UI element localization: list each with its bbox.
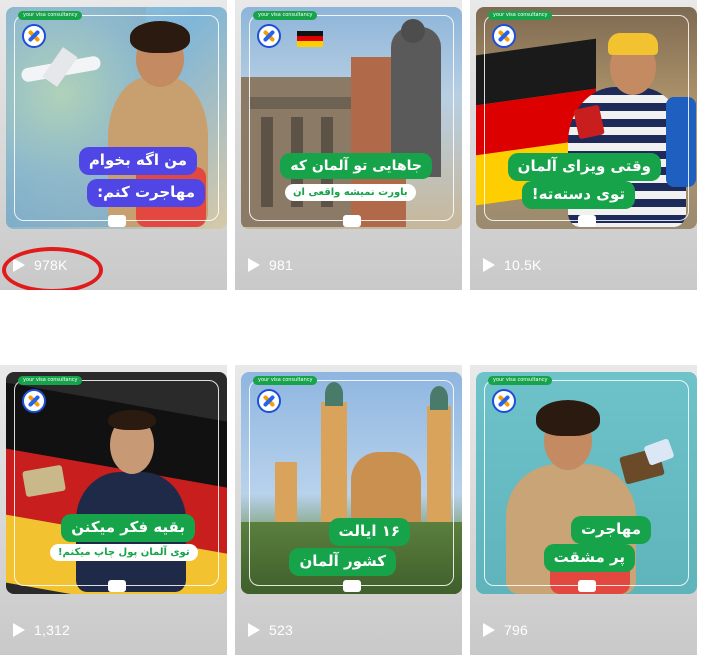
- brand-badge: your visa consultancy: [253, 11, 318, 20]
- brand-logo-icon: [257, 389, 281, 413]
- post-subtitle: باورت نمیشه واقعی ان: [285, 184, 416, 201]
- reel-card-1[interactable]: your visa consultancy من اگه بخوام مهاجر…: [0, 0, 227, 290]
- mini-logo-icon: [342, 580, 361, 592]
- mini-logo-icon: [342, 215, 361, 227]
- view-count: 10.5K: [482, 257, 542, 273]
- view-count-value: 978K: [34, 257, 68, 273]
- reel-thumbnail-6[interactable]: your visa consultancy مهاجرت پر مشقت: [476, 372, 697, 594]
- post-headline: جاهایی تو آلمان که: [280, 153, 432, 180]
- post-headline: وقتی ویزای آلمان: [507, 153, 661, 181]
- brand-logo-icon: [257, 24, 281, 48]
- play-icon: [13, 258, 25, 272]
- brand-badge: your visa consultancy: [253, 376, 318, 385]
- brand-logo-icon: [492, 389, 516, 413]
- post-headline: من اگه بخوام: [78, 147, 197, 175]
- brand-badge: your visa consultancy: [488, 11, 553, 20]
- post-headline-2: توی دسته‌ته!: [521, 181, 635, 209]
- brand-badge: your visa consultancy: [488, 376, 553, 385]
- reel-thumbnail-4[interactable]: your visa consultancy بقیه فکر میکنن توی…: [6, 372, 227, 594]
- mini-logo-icon: [577, 580, 596, 592]
- reel-thumbnail-1[interactable]: your visa consultancy من اگه بخوام مهاجر…: [6, 7, 227, 229]
- view-count: 981: [247, 257, 293, 273]
- view-count: 1,312: [12, 622, 70, 638]
- post-headline: ۱۶ ایالت: [328, 518, 410, 546]
- view-count: 523: [247, 622, 293, 638]
- post-subtitle: توی آلمان پول چاپ میکنم!: [50, 544, 198, 561]
- reel-thumbnail-3[interactable]: your visa consultancy وقتی ویزای آلمان ت…: [476, 7, 697, 229]
- view-count: 978K: [12, 257, 68, 273]
- mini-logo-icon: [107, 215, 126, 227]
- view-count-value: 981: [269, 257, 293, 273]
- reel-card-3[interactable]: your visa consultancy وقتی ویزای آلمان ت…: [470, 0, 697, 290]
- brand-badge: your visa consultancy: [18, 376, 83, 385]
- post-headline: مهاجرت: [570, 516, 651, 544]
- mini-logo-icon: [577, 215, 596, 227]
- view-count-value: 1,312: [34, 622, 71, 638]
- play-icon: [248, 623, 260, 637]
- brand-logo-icon: [492, 24, 516, 48]
- reel-card-4[interactable]: your visa consultancy بقیه فکر میکنن توی…: [0, 365, 227, 655]
- reel-card-2[interactable]: your visa consultancy جاهایی تو آلمان که…: [235, 0, 462, 290]
- play-icon: [483, 623, 495, 637]
- brand-logo-icon: [22, 24, 46, 48]
- post-headline-2: مهاجرت کنم:: [87, 179, 205, 207]
- post-headline: بقیه فکر میکنن: [61, 514, 195, 542]
- view-count: 796: [482, 622, 528, 638]
- reel-card-6[interactable]: your visa consultancy مهاجرت پر مشقت 796: [470, 365, 697, 655]
- reel-thumbnail-5[interactable]: your visa consultancy ۱۶ ایالت کشور آلما…: [241, 372, 462, 594]
- reel-card-5[interactable]: your visa consultancy ۱۶ ایالت کشور آلما…: [235, 365, 462, 655]
- play-icon: [248, 258, 260, 272]
- mini-logo-icon: [107, 580, 126, 592]
- view-count-value: 796: [504, 622, 528, 638]
- view-count-value: 10.5K: [504, 257, 542, 273]
- reel-thumbnail-2[interactable]: your visa consultancy جاهایی تو آلمان که…: [241, 7, 462, 229]
- view-count-value: 523: [269, 622, 293, 638]
- brand-logo-icon: [22, 389, 46, 413]
- reels-grid: your visa consultancy من اگه بخوام مهاجر…: [0, 0, 703, 670]
- post-headline-2: پر مشقت: [543, 544, 635, 572]
- play-icon: [13, 623, 25, 637]
- brand-badge: your visa consultancy: [18, 11, 83, 20]
- play-icon: [483, 258, 495, 272]
- post-headline-2: کشور آلمان: [289, 548, 396, 576]
